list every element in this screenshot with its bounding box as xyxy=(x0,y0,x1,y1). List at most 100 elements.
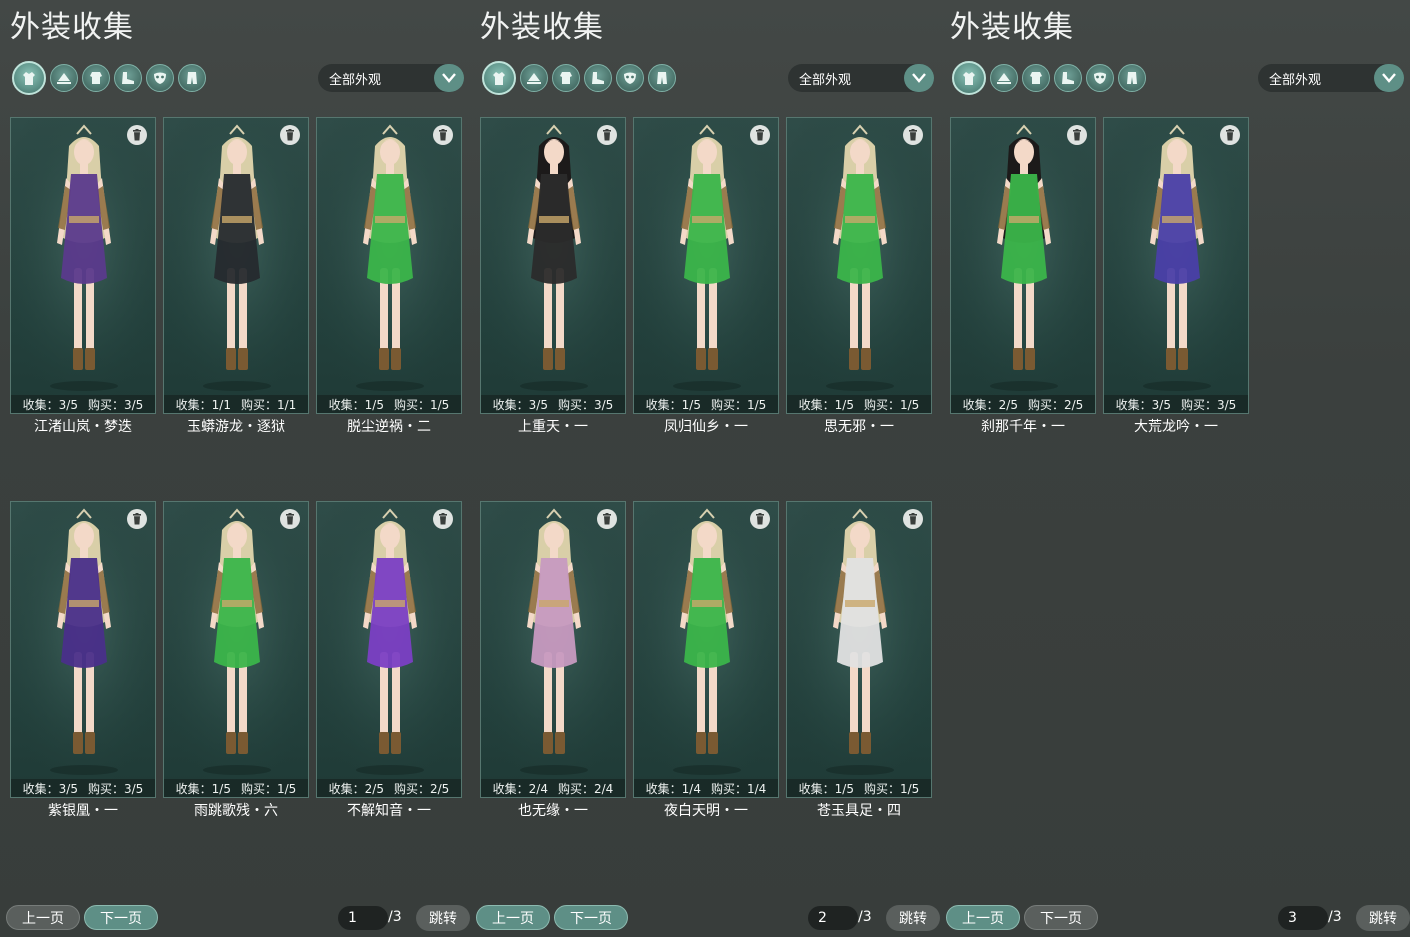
collect-buy-stats: 收集：3/5 购买：3/5 xyxy=(1104,395,1248,413)
mask-icon[interactable] xyxy=(146,64,174,92)
outfit-card[interactable]: 收集：1/5 购买：1/5 xyxy=(163,501,309,798)
collect-buy-stats: 收集：2/4 购买：2/4 xyxy=(481,779,625,797)
outfit-card[interactable]: 收集：1/5 购买：1/5 xyxy=(316,117,462,414)
buy-count: 购买：1/1 xyxy=(241,397,297,412)
category-filter-row xyxy=(952,61,1146,95)
buy-count: 购买：3/5 xyxy=(88,781,144,796)
hat-icon[interactable] xyxy=(990,64,1018,92)
jump-page-button[interactable]: 跳转 xyxy=(1356,905,1410,931)
outfit-card[interactable]: 收集：2/5 购买：2/5 xyxy=(316,501,462,798)
hat-icon[interactable] xyxy=(50,64,78,92)
top-icon[interactable] xyxy=(82,64,110,92)
outfit-name: 脱尘逆祸・二 xyxy=(347,419,431,435)
collect-count: 收集：3/5 xyxy=(22,781,78,796)
outfit-card[interactable]: 收集：1/5 购买：1/5 xyxy=(786,117,932,414)
collect-buy-stats: 收集：1/5 购买：1/5 xyxy=(317,395,461,413)
trash-icon[interactable] xyxy=(280,125,300,145)
dropdown-selected-value: 全部外观 xyxy=(799,72,852,88)
outfit-icon[interactable] xyxy=(12,61,46,95)
outfit-card[interactable]: 收集：3/5 购买：3/5 xyxy=(10,117,156,414)
outfit-preview-figure xyxy=(164,502,308,780)
trash-icon[interactable] xyxy=(433,509,453,529)
collect-count: 收集：3/5 xyxy=(492,397,548,412)
outfit-preview-figure xyxy=(317,502,461,780)
outfit-preview-figure xyxy=(481,118,625,396)
buy-count: 购买：2/4 xyxy=(558,781,614,796)
jump-page-button[interactable]: 跳转 xyxy=(886,905,940,931)
outfit-card[interactable]: 收集：3/5 购买：3/5 xyxy=(10,501,156,798)
panel-title: 外装收集 xyxy=(480,10,604,45)
prev-page-button[interactable]: 上一页 xyxy=(476,905,550,930)
pants-icon[interactable] xyxy=(1118,64,1146,92)
top-icon[interactable] xyxy=(1022,64,1050,92)
trash-icon[interactable] xyxy=(597,509,617,529)
page-number-input[interactable]: 2 xyxy=(808,906,858,930)
trash-icon[interactable] xyxy=(433,125,453,145)
trash-icon[interactable] xyxy=(750,509,770,529)
next-page-button[interactable]: 下一页 xyxy=(1024,905,1098,930)
outfit-preview-figure xyxy=(634,502,778,780)
buy-count: 购买：2/5 xyxy=(1028,397,1084,412)
outfit-card[interactable]: 收集：1/4 购买：1/4 xyxy=(633,501,779,798)
trash-icon[interactable] xyxy=(903,125,923,145)
collect-count: 收集：1/5 xyxy=(798,397,854,412)
shoe-icon[interactable] xyxy=(1054,64,1082,92)
shoe-icon[interactable] xyxy=(584,64,612,92)
top-icon[interactable] xyxy=(552,64,580,92)
shoe-icon[interactable] xyxy=(114,64,142,92)
pants-icon[interactable] xyxy=(178,64,206,92)
outfit-card[interactable]: 收集：2/5 购买：2/5 xyxy=(950,117,1096,414)
outfit-card[interactable]: 收集：3/5 购买：3/5 xyxy=(480,117,626,414)
buy-count: 购买：2/5 xyxy=(394,781,450,796)
page-total: /3 xyxy=(1328,909,1342,925)
trash-icon[interactable] xyxy=(1067,125,1087,145)
appearance-filter-dropdown[interactable]: 全部外观 xyxy=(788,64,934,92)
appearance-filter-dropdown[interactable]: 全部外观 xyxy=(318,64,464,92)
outfit-card[interactable]: 收集：2/4 购买：2/4 xyxy=(480,501,626,798)
dropdown-selected-value: 全部外观 xyxy=(329,72,382,88)
pants-icon[interactable] xyxy=(648,64,676,92)
outfit-preview-figure xyxy=(164,118,308,396)
outfit-card[interactable]: 收集：3/5 购买：3/5 xyxy=(1103,117,1249,414)
buy-count: 购买：1/4 xyxy=(711,781,767,796)
trash-icon[interactable] xyxy=(127,125,147,145)
mask-icon[interactable] xyxy=(616,64,644,92)
trash-icon[interactable] xyxy=(1220,125,1240,145)
next-page-button[interactable]: 下一页 xyxy=(554,905,628,930)
trash-icon[interactable] xyxy=(280,509,300,529)
chevron-down-icon[interactable] xyxy=(1374,64,1404,92)
appearance-filter-dropdown[interactable]: 全部外观 xyxy=(1258,64,1404,92)
page-total: /3 xyxy=(858,909,872,925)
outfit-card[interactable]: 收集：1/5 购买：1/5 xyxy=(786,501,932,798)
hat-icon[interactable] xyxy=(520,64,548,92)
dropdown-selected-value: 全部外观 xyxy=(1269,72,1322,88)
trash-icon[interactable] xyxy=(903,509,923,529)
buy-count: 购买：3/5 xyxy=(558,397,614,412)
page-number-input[interactable]: 1 xyxy=(338,906,388,930)
trash-icon[interactable] xyxy=(127,509,147,529)
mask-icon[interactable] xyxy=(1086,64,1114,92)
chevron-down-icon[interactable] xyxy=(434,64,464,92)
prev-page-button[interactable]: 上一页 xyxy=(6,905,80,930)
page-number-input[interactable]: 3 xyxy=(1278,906,1328,930)
outfit-card[interactable]: 收集：1/5 购买：1/5 xyxy=(633,117,779,414)
outfit-name: 凤归仙乡・一 xyxy=(664,419,748,435)
next-page-button[interactable]: 下一页 xyxy=(84,905,158,930)
outfit-name: 江渚山岚・梦迭 xyxy=(34,419,132,435)
outfit-icon[interactable] xyxy=(482,61,516,95)
buy-count: 购买：1/5 xyxy=(711,397,767,412)
collect-buy-stats: 收集：1/5 购买：1/5 xyxy=(787,779,931,797)
outfit-card[interactable]: 收集：1/1 购买：1/1 xyxy=(163,117,309,414)
trash-icon[interactable] xyxy=(750,125,770,145)
chevron-down-icon[interactable] xyxy=(904,64,934,92)
collection-panel-3: 外装收集 全部外观 收集：2/5 购买：2/5 刹那千年・一 收集：3/5 购买… xyxy=(940,0,1410,937)
collect-buy-stats: 收集：2/5 购买：2/5 xyxy=(317,779,461,797)
outfit-icon[interactable] xyxy=(952,61,986,95)
trash-icon[interactable] xyxy=(597,125,617,145)
outfit-preview-figure xyxy=(634,118,778,396)
outfit-name: 也无缘・一 xyxy=(518,803,588,819)
jump-page-button[interactable]: 跳转 xyxy=(416,905,470,931)
collect-count: 收集：3/5 xyxy=(22,397,78,412)
outfit-name: 刹那千年・一 xyxy=(981,419,1065,435)
prev-page-button[interactable]: 上一页 xyxy=(946,905,1020,930)
